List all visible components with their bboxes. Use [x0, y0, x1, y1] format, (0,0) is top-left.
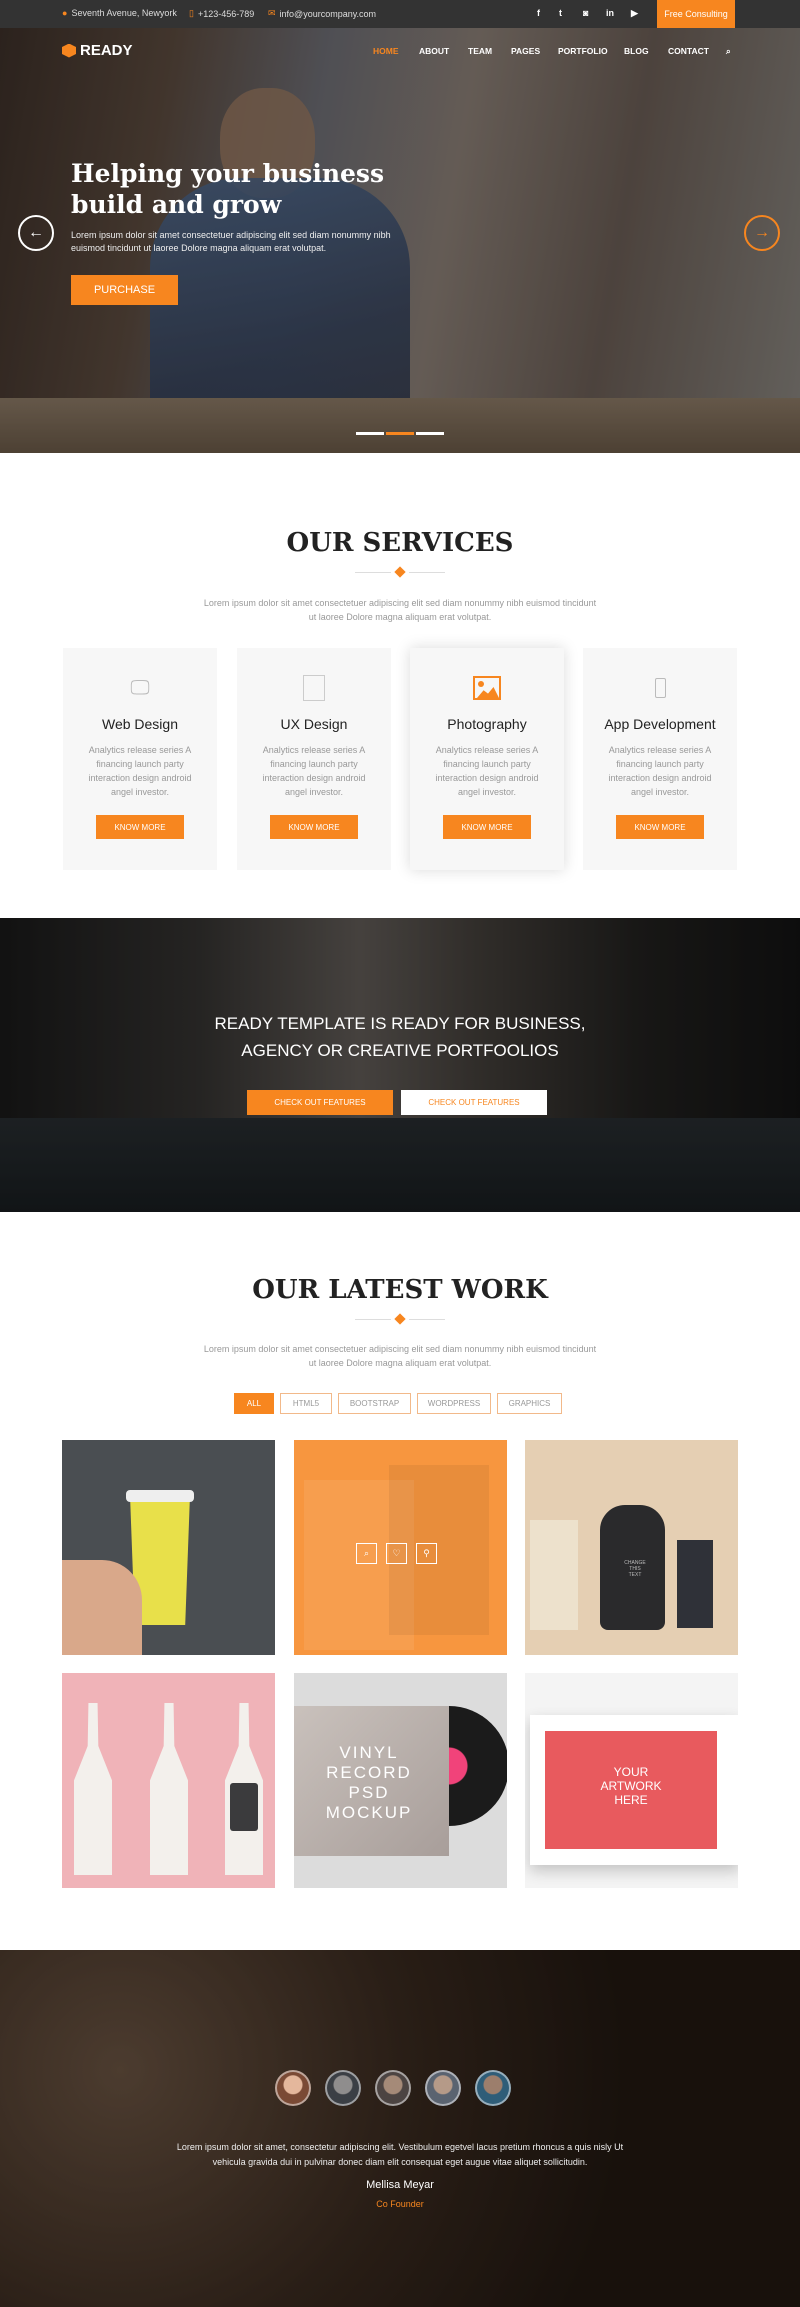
purchase-button[interactable]: PURCHASE — [71, 275, 178, 305]
know-more-button[interactable]: KNOW MORE — [96, 815, 184, 839]
know-more-button[interactable]: KNOW MORE — [616, 815, 704, 839]
monitor-icon: 🖵 — [130, 676, 150, 699]
filter-wordpress[interactable]: WORDPRESS — [417, 1393, 491, 1414]
artwork-label: YOUR ARTWORK HERE — [600, 1765, 662, 1807]
mail-icon: ✉ — [268, 8, 276, 18]
vinyl-label: VINYL RECORD PSD MOCKUP — [325, 1743, 413, 1822]
phone-icon — [645, 674, 675, 702]
tablet-icon — [299, 674, 329, 702]
bottle-image — [74, 1703, 112, 1875]
bottle-label — [230, 1783, 258, 1831]
prev-slide-arrow-icon[interactable]: ← — [18, 215, 54, 251]
link-icon[interactable]: ⚲ — [416, 1543, 437, 1564]
cup-lid — [126, 1490, 194, 1502]
testimonial-role: Co Founder — [376, 2199, 424, 2209]
phone: ▯ +123-456-789 — [189, 8, 255, 19]
testimonial-text: Lorem ipsum dolor sit amet, consectetur … — [176, 2142, 624, 2167]
portfolio-item-coffee-cup[interactable] — [62, 1440, 275, 1655]
phone-icon: ▯ — [189, 8, 194, 18]
portfolio-item-artwork-frame[interactable]: YOUR ARTWORK HERE — [525, 1673, 738, 1888]
logo[interactable]: READY — [62, 42, 133, 59]
cta-line-2: AGENCY OR CREATIVE PORTFOOLIOS — [241, 1041, 559, 1060]
cta-line-1: READY TEMPLATE IS READY FOR BUSINESS, — [214, 1014, 586, 1033]
heart-icon[interactable]: ♡ — [386, 1543, 407, 1564]
title-divider — [355, 566, 445, 578]
linkedin-icon[interactable]: in — [606, 8, 614, 18]
tag-image — [677, 1540, 713, 1628]
check-out-features-outline-button[interactable]: CHECK OUT FEATURES — [401, 1090, 547, 1115]
nav-team[interactable]: TEAM — [468, 46, 492, 56]
nav-home[interactable]: HOME — [373, 46, 399, 56]
top-bar: ● Seventh Avenue, Newyork ▯ +123-456-789 ✉… — [0, 0, 800, 28]
avatar-3[interactable] — [375, 2070, 411, 2106]
services-text: Lorem ipsum dolor sit amet consectetuer … — [203, 598, 597, 622]
filter-html5[interactable]: HTML5 — [280, 1393, 332, 1414]
portfolio-item-packaging[interactable]: CHANGE THIS TEXT — [525, 1440, 738, 1655]
location-icon: ● — [62, 8, 68, 18]
bottle-image — [150, 1703, 188, 1875]
hero-text: Lorem ipsum dolor sit amet consectetuer … — [71, 230, 391, 253]
overlay-actions: ⌕ ♡ ⚲ — [356, 1543, 437, 1564]
nav-blog[interactable]: BLOG — [624, 46, 649, 56]
avatar-1[interactable] — [275, 2070, 311, 2106]
free-consulting-button[interactable]: Free Consulting — [657, 0, 735, 28]
next-slide-arrow-icon[interactable]: → — [744, 215, 780, 251]
service-title: Web Design — [101, 716, 178, 732]
service-text: Analytics release series A financing lau… — [435, 745, 539, 797]
email[interactable]: ✉ info@yourcompany.com — [268, 8, 376, 19]
work-text: Lorem ipsum dolor sit amet consectetuer … — [203, 1344, 597, 1368]
testimonial-name: Mellisa Meyar — [366, 2179, 434, 2191]
know-more-button[interactable]: KNOW MORE — [270, 815, 358, 839]
service-card-ux-design: UX Design Analytics release series A fin… — [237, 648, 391, 870]
slide-dot-1[interactable] — [356, 432, 384, 435]
slide-dot-2[interactable] — [386, 432, 414, 435]
cta-banner: READY TEMPLATE IS READY FOR BUSINESS, AG… — [0, 918, 800, 1212]
services-title: OUR SERVICES — [286, 528, 514, 558]
nav-contact[interactable]: CONTACT — [668, 46, 709, 56]
youtube-icon[interactable]: ▶ — [631, 8, 638, 19]
pouch-label: CHANGE THIS TEXT — [624, 1560, 646, 1578]
search-icon[interactable]: ⌕ — [726, 46, 731, 57]
service-title: App Development — [604, 716, 716, 732]
cta-heading: READY TEMPLATE IS READY FOR BUSINESS, AG… — [0, 1010, 800, 1064]
work-title: OUR LATEST WORK — [252, 1275, 548, 1305]
image-icon — [472, 674, 502, 702]
twitter-icon[interactable]: t — [559, 8, 562, 18]
testimonial-section — [0, 1950, 800, 2307]
portfolio-item-vinyl-record[interactable]: VINYL RECORD PSD MOCKUP — [294, 1673, 507, 1888]
check-out-features-button[interactable]: CHECK OUT FEATURES — [247, 1090, 393, 1115]
avatar-5[interactable] — [475, 2070, 511, 2106]
portfolio-item-ceramic-bottles[interactable] — [62, 1673, 275, 1888]
address: ● Seventh Avenue, Newyork — [62, 8, 177, 18]
service-title: Photography — [447, 716, 527, 732]
nav-pages[interactable]: PAGES — [511, 46, 540, 56]
hero-title: Helping your business build and grow — [71, 159, 385, 219]
title-divider — [355, 1313, 445, 1325]
zoom-icon[interactable]: ⌕ — [356, 1543, 377, 1564]
filter-graphics[interactable]: GRAPHICS — [497, 1393, 562, 1414]
instagram-icon[interactable]: ◙ — [583, 8, 588, 18]
cta-overlay — [0, 918, 800, 1212]
logo-hex-icon — [62, 43, 76, 58]
service-card-photography: Photography Analytics release series A f… — [410, 648, 564, 870]
facebook-icon[interactable]: f — [537, 8, 540, 18]
nav-about[interactable]: ABOUT — [419, 46, 449, 56]
avatar-4[interactable] — [425, 2070, 461, 2106]
hand-image — [62, 1560, 142, 1655]
nav-portfolio[interactable]: PORTFOLIO — [558, 46, 608, 56]
service-title: UX Design — [280, 716, 348, 732]
service-card-app-development: App Development Analytics release series… — [583, 648, 737, 870]
filter-all[interactable]: ALL — [234, 1393, 274, 1414]
slide-dot-3[interactable] — [416, 432, 444, 435]
card-image — [530, 1520, 578, 1630]
portfolio-item-shopping-bags[interactable]: ⌕ ♡ ⚲ — [294, 1440, 507, 1655]
testimonial-overlay — [0, 1950, 800, 2307]
service-text: Analytics release series A financing lau… — [262, 745, 366, 797]
filter-bootstrap[interactable]: BOOTSTRAP — [338, 1393, 411, 1414]
know-more-button[interactable]: KNOW MORE — [443, 815, 531, 839]
service-text: Analytics release series A financing lau… — [608, 745, 712, 797]
service-card-web-design: 🖵 Web Design Analytics release series A … — [63, 648, 217, 870]
avatar-2[interactable] — [325, 2070, 361, 2106]
service-text: Analytics release series A financing lau… — [88, 745, 192, 797]
